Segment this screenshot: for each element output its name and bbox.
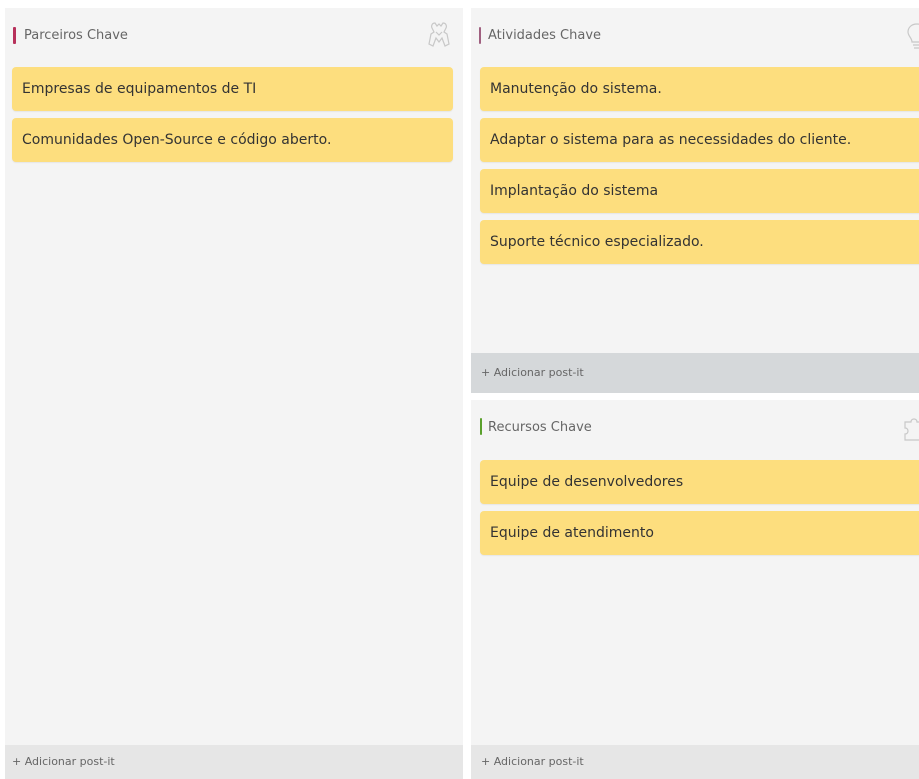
panel-title: Atividades Chave bbox=[488, 28, 602, 43]
panel-title: Parceiros Chave bbox=[24, 28, 128, 43]
postit-note[interactable]: Equipe de desenvolvedores bbox=[480, 460, 919, 504]
panel-header: Atividades Chave bbox=[471, 8, 919, 60]
add-postit-button[interactable]: + Adicionar post-it bbox=[471, 353, 919, 393]
handshake-outline-icon bbox=[425, 20, 453, 50]
postit-note[interactable]: Comunidades Open-Source e código aberto. bbox=[12, 118, 453, 162]
postit-note[interactable]: Equipe de atendimento bbox=[480, 511, 919, 555]
accent-bar bbox=[479, 27, 481, 44]
add-postit-button[interactable]: + Adicionar post-it bbox=[5, 745, 463, 779]
postit-note[interactable]: Empresas de equipamentos de TI bbox=[12, 67, 453, 111]
add-postit-button[interactable]: + Adicionar post-it bbox=[471, 745, 919, 779]
panel-header: Parceiros Chave bbox=[5, 8, 463, 60]
panel-parceiros-body: Parceiros Chave Empresas de equipamentos… bbox=[5, 8, 463, 779]
puzzle-outline-icon bbox=[899, 412, 919, 442]
panel-atividades-chave: Atividades Chave Manutenção do sistema. … bbox=[471, 8, 919, 393]
accent-bar bbox=[13, 27, 16, 44]
panel-recursos-chave: Recursos Chave Equipe de desenvolvedores… bbox=[471, 400, 919, 779]
panel-title: Recursos Chave bbox=[488, 420, 592, 435]
postit-note[interactable]: Manutenção do sistema. bbox=[480, 67, 919, 111]
panel-header: Recursos Chave bbox=[471, 400, 919, 460]
panel-parceiros-chave: Parceiros Chave Empresas de equipamentos… bbox=[0, 0, 463, 779]
postit-note[interactable]: Adaptar o sistema para as necessidades d… bbox=[480, 118, 919, 162]
postit-note[interactable]: Suporte técnico especializado. bbox=[480, 220, 919, 264]
accent-bar bbox=[480, 418, 482, 435]
lightbulb-outline-icon bbox=[903, 20, 919, 50]
postit-note[interactable]: Implantação do sistema bbox=[480, 169, 919, 213]
